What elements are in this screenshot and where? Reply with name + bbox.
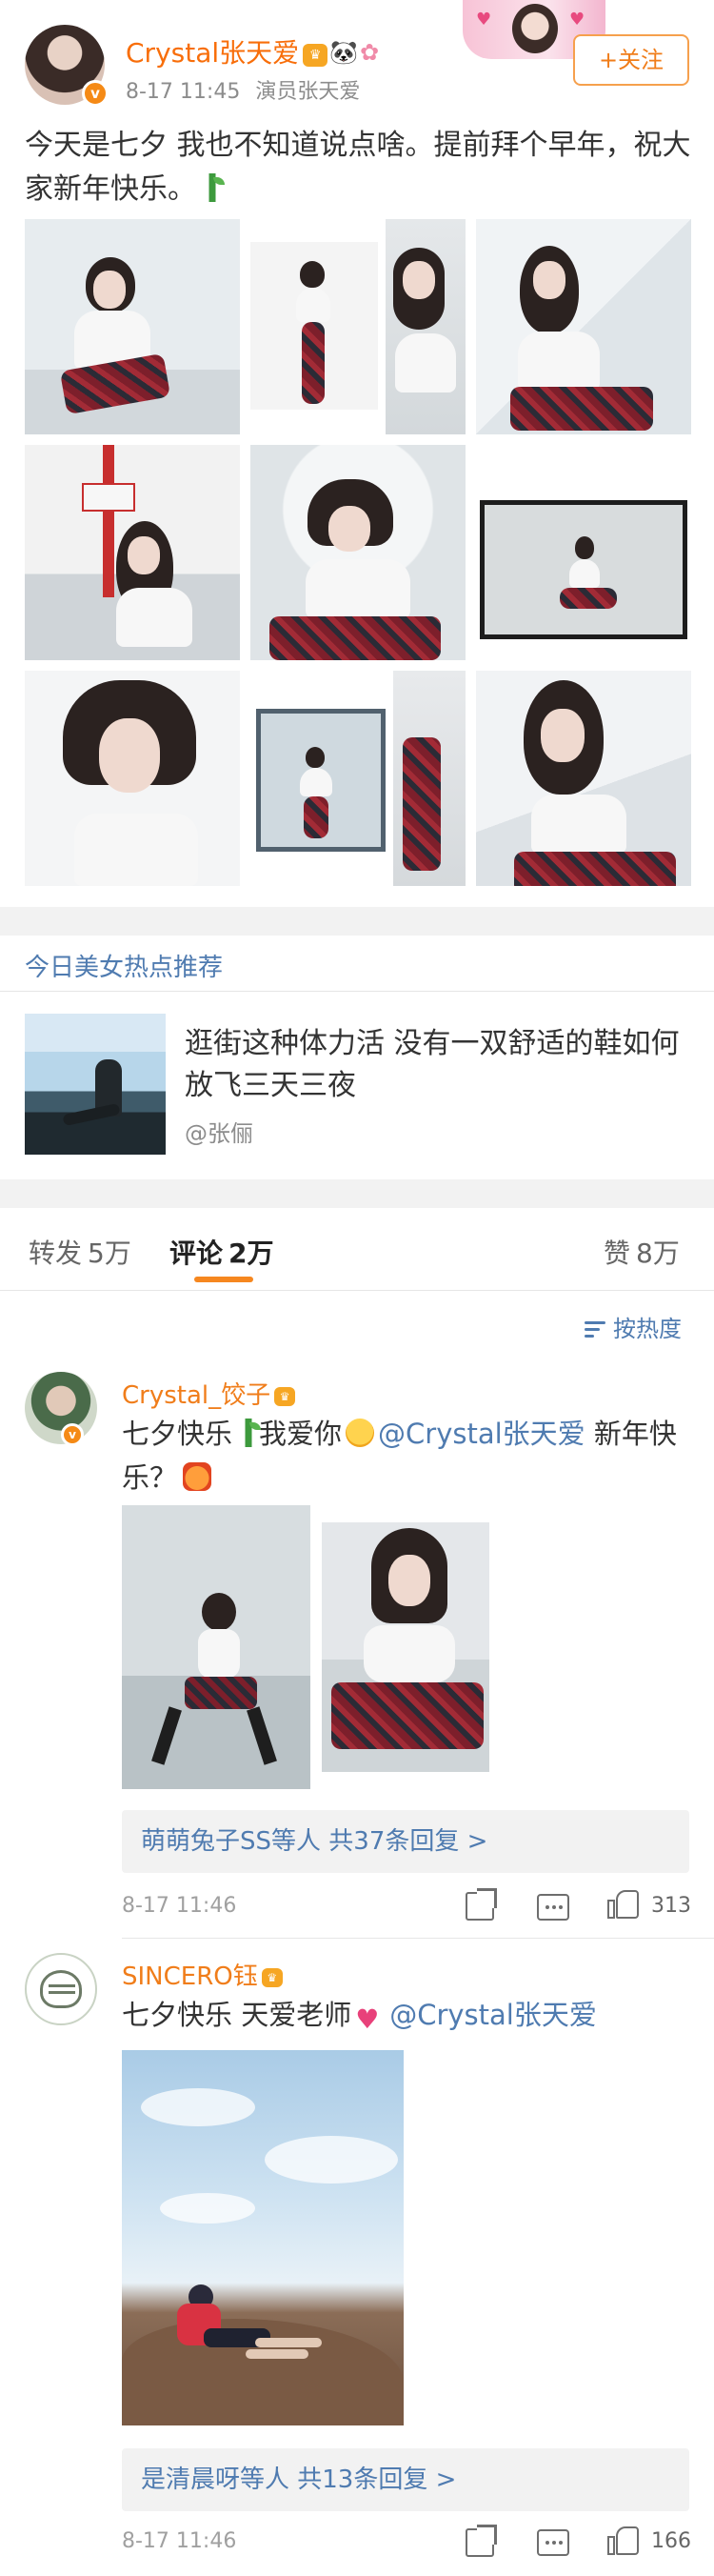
photo-grid [25, 219, 691, 886]
like-count: 313 [651, 1894, 691, 1918]
tab-count: 8万 [636, 1238, 680, 1269]
recommendation-headline[interactable]: 逛街这种体力活 没有一双舒适的鞋如何放飞三天三夜 [185, 1023, 689, 1107]
divider-line [0, 991, 714, 992]
bamboo-emoji-icon [202, 173, 225, 202]
post-photo-5[interactable] [250, 445, 466, 660]
comment-text: 七夕快乐 天爱老师 ♥ @Crystal张天爱 [122, 1993, 684, 2037]
tab-label: 转发 [29, 1238, 83, 1269]
comment-icon[interactable] [537, 2529, 569, 2556]
heart-icon: ♥ [476, 10, 492, 30]
view-replies-button[interactable]: 萌萌兔子SS等人 共37条回复 > [122, 1810, 689, 1873]
comment-avatar[interactable] [25, 1953, 97, 2025]
recommendation-section-title[interactable]: 今日美女热点推荐 [25, 948, 223, 983]
comment-text-part: 七夕快乐 天爱老师 [122, 1999, 352, 2031]
like-count: 166 [651, 2529, 691, 2553]
tab-label: 评论 [169, 1238, 224, 1269]
comment-photo[interactable] [322, 1522, 489, 1772]
tab-count: 5万 [88, 1238, 131, 1269]
divider-line [122, 1938, 714, 1939]
active-tab-indicator [194, 1277, 253, 1282]
tab-count: 2万 [228, 1238, 274, 1269]
share-icon[interactable] [466, 2528, 494, 2557]
vip-crown-icon: ♛ [274, 1387, 296, 1406]
comment-username-text: SINCERO钰 [122, 1962, 258, 1991]
follow-button[interactable]: +关注 [573, 34, 689, 86]
vip-crown-icon: ♛ [303, 44, 328, 67]
author-name-text: Crystal张天爱 [126, 37, 300, 69]
post-text: 今天是七夕 我也不知道说点啥。提前拜个早年，祝大家新年快乐。 [25, 124, 691, 211]
post-photo-2[interactable] [250, 219, 466, 434]
flower-emoji-icon: ✿ [360, 39, 380, 66]
post-source: 演员张天爱 [255, 80, 361, 104]
post-photo-8[interactable] [250, 671, 466, 886]
view-replies-button[interactable]: 是清晨呀等人 共13条回复 > [122, 2448, 689, 2511]
comment-photo[interactable] [122, 1505, 310, 1789]
comment-time: 8-17 11:46 [122, 2529, 237, 2553]
heart-emoji-icon: ♥ [355, 2003, 380, 2035]
post-meta: 8-17 11:45 演员张天爱 [126, 74, 360, 105]
comment-text-part: 七夕快乐 [122, 1418, 233, 1450]
sort-icon [585, 1320, 605, 1338]
section-divider [0, 907, 714, 936]
post-photo-7[interactable] [25, 671, 240, 886]
comment-text-part: 我爱你 [259, 1418, 343, 1450]
recommendation-thumbnail[interactable] [25, 1014, 166, 1155]
verified-badge-icon: v [82, 80, 109, 107]
comment-username[interactable]: SINCERO钰 ♛ [122, 1957, 283, 1992]
post-header: v Crystal张天爱 ♛ 🐼✿ 8-17 11:45 演员张天爱 ♥ ♥ +关注 [0, 0, 714, 114]
section-divider [0, 1179, 714, 1208]
tab-likes[interactable]: 赞 8万 [604, 1233, 680, 1271]
share-icon[interactable] [466, 1892, 494, 1921]
sort-by-hotness-button[interactable]: 按热度 [585, 1310, 682, 1343]
post-photo-1[interactable] [25, 219, 240, 434]
comment-time: 8-17 11:46 [122, 1894, 237, 1918]
mention-link[interactable]: @Crystal张天爱 [378, 1418, 585, 1450]
verified-badge-icon: v [61, 1423, 84, 1446]
post-photo-6[interactable] [476, 445, 691, 660]
panda-emoji-icon: 🐼 [329, 39, 359, 66]
like-icon[interactable] [607, 1888, 640, 1921]
banner-portrait [512, 4, 558, 53]
comment-username-text: Crystal_饺子 [122, 1381, 271, 1410]
vip-crown-icon: ♛ [261, 1968, 283, 1987]
tab-reposts[interactable]: 转发 5万 [29, 1233, 131, 1271]
author-name[interactable]: Crystal张天爱 ♛ 🐼✿ [126, 32, 379, 70]
comment-text: 七夕快乐 我爱你 @Crystal张天爱 新年快乐？ [122, 1412, 684, 1499]
heart-icon: ♥ [569, 10, 585, 30]
mention-link[interactable]: @Crystal张天爱 [389, 1999, 597, 2031]
comment-username[interactable]: Crystal_饺子 ♛ [122, 1376, 296, 1411]
tab-comments[interactable]: 评论 2万 [169, 1233, 274, 1271]
divider-line [0, 1290, 714, 1291]
post-photo-3[interactable] [476, 219, 691, 434]
interaction-tabs: 转发 5万 评论 2万 赞 8万 [0, 1208, 714, 1288]
tab-label: 赞 [604, 1238, 631, 1269]
post-text-content: 今天是七夕 我也不知道说点啥。提前拜个早年，祝大家新年快乐。 [25, 129, 691, 206]
recommendation-source[interactable]: @张俪 [185, 1115, 253, 1148]
comment-photo[interactable] [122, 2050, 404, 2425]
bamboo-emoji-icon [238, 1419, 262, 1447]
post-photo-9[interactable] [476, 671, 691, 886]
angry-emoji-icon [183, 1462, 212, 1491]
like-icon[interactable] [607, 2525, 640, 2557]
smile-emoji-icon [346, 1419, 375, 1447]
comment-icon[interactable] [537, 1894, 569, 1921]
post-photo-4[interactable] [25, 445, 240, 660]
sort-label: 按热度 [613, 1316, 682, 1342]
post-time: 8-17 11:45 [126, 80, 241, 104]
